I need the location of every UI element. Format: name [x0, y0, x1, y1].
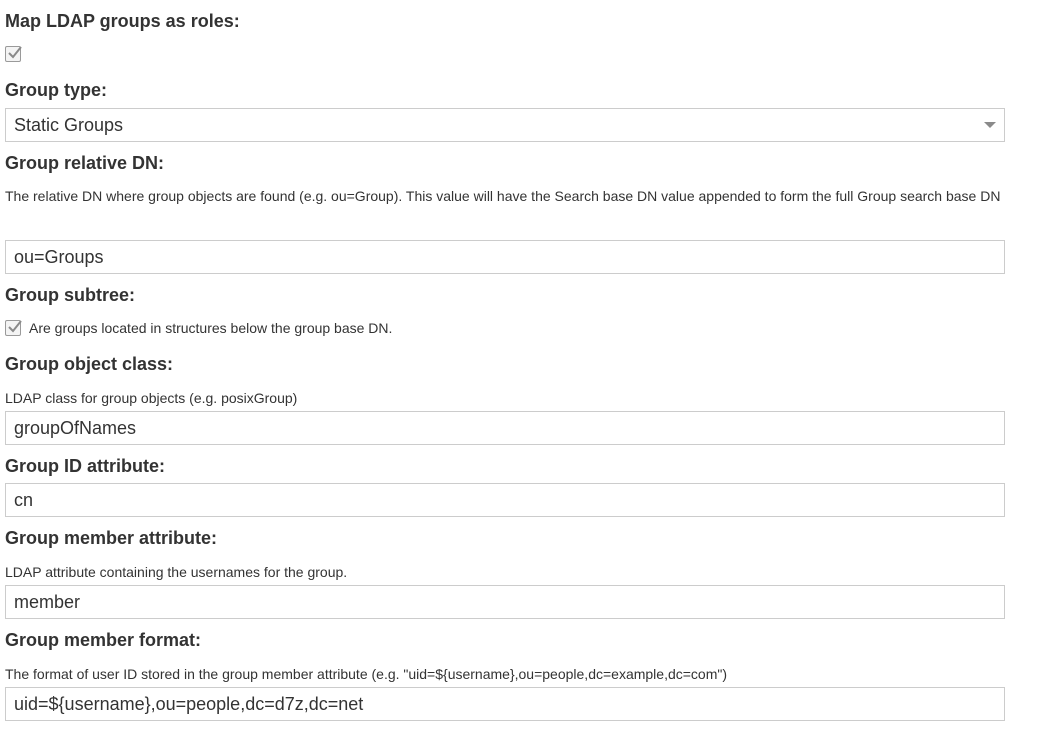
group-id-attribute-input[interactable]: cn — [5, 483, 1005, 517]
group-object-class-help: LDAP class for group objects (e.g. posix… — [5, 390, 298, 406]
group-member-attribute-input[interactable]: member — [5, 585, 1005, 619]
map-groups-label: Map LDAP groups as roles: — [5, 11, 240, 31]
group-type-select[interactable]: Static Groups — [5, 108, 1005, 142]
group-subtree-checkbox-label: Are groups located in structures below t… — [29, 320, 393, 336]
group-relative-dn-help: The relative DN where group objects are … — [5, 188, 1001, 204]
group-id-attribute-value: cn — [14, 490, 34, 510]
group-object-class-label: Group object class: — [5, 354, 174, 374]
map-groups-checkbox[interactable] — [5, 46, 22, 62]
check-icon — [8, 320, 22, 333]
group-type-label: Group type: — [5, 80, 107, 100]
group-object-class-input[interactable]: groupOfNames — [5, 411, 1005, 445]
group-type-value: Static Groups — [14, 115, 124, 135]
group-member-attribute-value: member — [14, 592, 81, 612]
group-id-attribute-label: Group ID attribute: — [5, 456, 165, 476]
group-member-attribute-label: Group member attribute: — [5, 528, 218, 548]
group-member-format-help: The format of user ID stored in the grou… — [5, 666, 728, 682]
group-member-format-label: Group member format: — [5, 630, 202, 650]
group-subtree-label: Group subtree: — [5, 285, 136, 305]
group-subtree-checkbox[interactable] — [5, 320, 22, 336]
group-member-format-value: uid=${username},ou=people,dc=d7z,dc=net — [14, 694, 364, 714]
group-object-class-value: groupOfNames — [14, 418, 137, 438]
group-relative-dn-value: ou=Groups — [14, 247, 104, 267]
group-relative-dn-label: Group relative DN: — [5, 153, 165, 173]
group-relative-dn-input[interactable]: ou=Groups — [5, 240, 1005, 274]
check-icon — [8, 46, 22, 59]
group-member-attribute-help: LDAP attribute containing the usernames … — [5, 564, 348, 580]
chevron-down-icon — [984, 122, 996, 128]
group-member-format-input[interactable]: uid=${username},ou=people,dc=d7z,dc=net — [5, 687, 1005, 721]
